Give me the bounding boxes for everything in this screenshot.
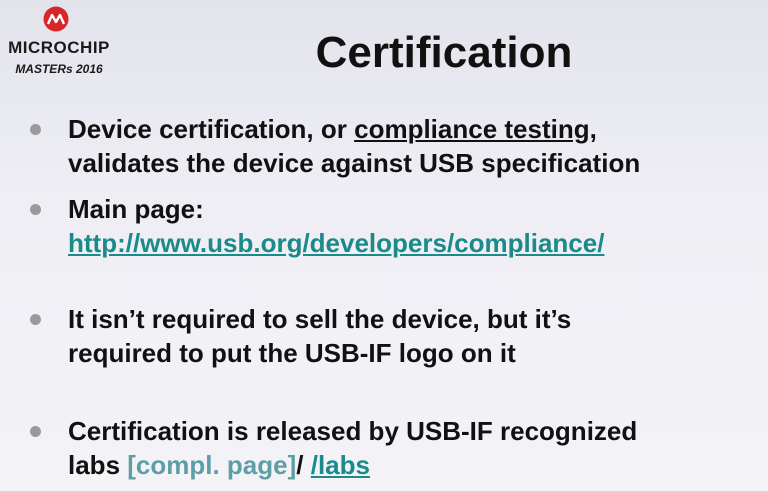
- bullet-line: validates the device against USB specifi…: [68, 148, 641, 178]
- bullet-line: Certification is released by USB-IF reco…: [68, 416, 638, 446]
- compl-page-link[interactable]: [compl. page]: [127, 450, 296, 480]
- usb-compliance-url-link[interactable]: http://www.usb.org/developers/compliance…: [68, 228, 604, 258]
- bullet-text: /: [296, 450, 311, 480]
- slide: MICROCHIP MASTERs 2016 Certification Dev…: [0, 0, 768, 491]
- labs-link[interactable]: /labs: [311, 450, 370, 480]
- bullet-text: labs: [68, 450, 128, 480]
- bullet-dot-icon: [30, 426, 41, 437]
- bullet-text: ,: [589, 114, 597, 144]
- bullet-line: required to put the USB-IF logo on it: [68, 338, 516, 368]
- bullet-dot-icon: [30, 204, 41, 215]
- bullet-dot-icon: [30, 314, 41, 325]
- bullet-line: http://www.usb.org/developers/compliance…: [68, 226, 768, 260]
- bullet-line: Device certification, or compliance test…: [68, 112, 768, 146]
- bullet-text: Device certification, or: [68, 114, 355, 144]
- slide-title: Certification: [315, 28, 573, 77]
- bullet-line: labs [compl. page]/ /labs: [68, 448, 768, 482]
- compliance-testing-link[interactable]: compliance testing: [354, 114, 590, 144]
- bullet-dot-icon: [30, 124, 41, 135]
- bullet-line: Main page:: [68, 194, 204, 224]
- bullet-line: It isn’t required to sell the device, bu…: [68, 304, 572, 334]
